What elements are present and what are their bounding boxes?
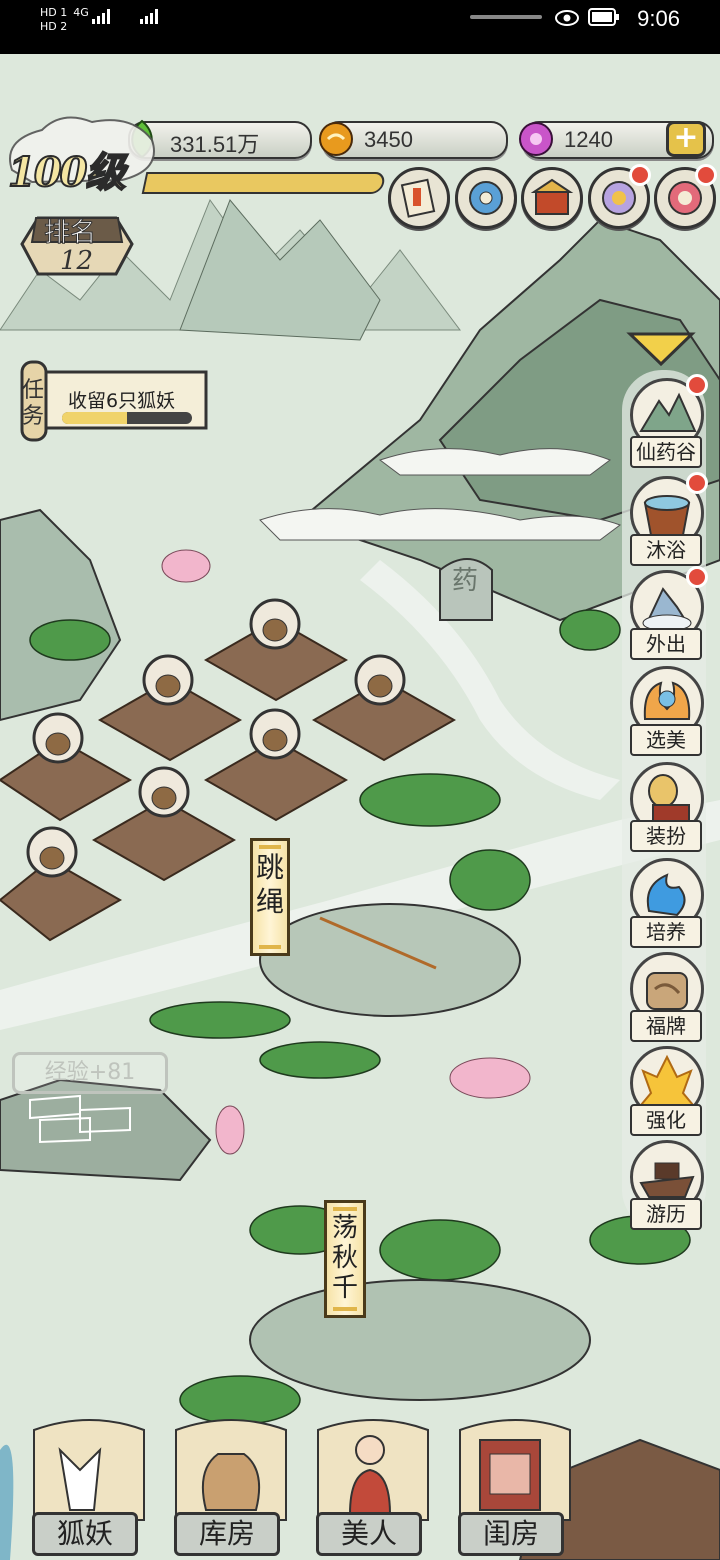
jump-rope-sign[interactable]: 跳绳: [250, 838, 290, 956]
sim2-label: HD 2: [40, 20, 68, 33]
nav-label: 库房: [174, 1512, 280, 1556]
sim1-label: HD 1: [40, 6, 68, 19]
plus-icon: +: [673, 120, 699, 155]
purple-gem-icon: [519, 122, 553, 156]
notification-dot: [686, 566, 708, 588]
side-item-label: 培养: [630, 916, 702, 948]
notch-pill: [470, 15, 542, 19]
nav-label: 狐妖: [32, 1512, 138, 1556]
shop-stall-icon: [530, 178, 574, 215]
player-level: 100级: [7, 148, 126, 197]
side-item-travel[interactable]: 游历: [624, 1140, 704, 1232]
side-item-label: 装扮: [630, 820, 702, 852]
notification-dot: [629, 164, 651, 186]
notification-dot: [686, 374, 708, 396]
mail-button[interactable]: [388, 167, 450, 229]
side-item-fortune[interactable]: 福牌: [624, 952, 704, 1044]
collapse-arrow-icon[interactable]: [626, 330, 696, 370]
event-button[interactable]: [588, 164, 651, 229]
side-item-pageant[interactable]: 选美: [624, 666, 704, 758]
nav-storehouse[interactable]: 库房: [166, 1400, 296, 1560]
resource-jade-value: 331.51万: [170, 132, 260, 157]
nav-fox[interactable]: 狐妖: [24, 1400, 154, 1560]
side-item-label: 选美: [630, 724, 702, 756]
nav-boudoir[interactable]: 闺房: [450, 1400, 580, 1560]
side-item-label: 福牌: [630, 1010, 702, 1042]
task-description[interactable]: 收留6只狐妖: [68, 386, 175, 413]
xp-bar: [141, 172, 387, 194]
side-item-label: 外出: [630, 628, 702, 660]
resource-gold: 3450: [319, 121, 508, 159]
gift-button[interactable]: [654, 164, 717, 229]
side-item-label: 仙药谷: [630, 436, 702, 468]
status-bar: HD 1 4G HD 2 9:06: [0, 0, 720, 54]
eye-icon: [555, 10, 579, 26]
clock: 9:06: [637, 6, 680, 31]
battery-icon: [588, 8, 619, 26]
task-progress-bar: [62, 412, 192, 424]
settings-button[interactable]: [455, 167, 517, 229]
nav-label: 闺房: [458, 1512, 564, 1556]
exp-gain-popup: 经验+81: [12, 1052, 168, 1094]
signal-icon-2: [140, 8, 158, 24]
task-label: 任务: [22, 378, 45, 429]
side-item-label: 游历: [630, 1198, 702, 1230]
add-gem-button[interactable]: +: [666, 121, 706, 157]
side-item-bath[interactable]: 沐浴: [624, 472, 708, 568]
notification-dot: [686, 472, 708, 494]
task-progress-fill: [62, 412, 127, 424]
shop-button[interactable]: [521, 167, 583, 229]
sim-indicators: HD 1 4G HD 2: [40, 6, 95, 34]
side-item-cultivate[interactable]: 培养: [624, 858, 704, 950]
network1-label: 4G: [73, 6, 89, 19]
gear-icon: [469, 181, 503, 215]
side-item-outing[interactable]: 外出: [624, 566, 708, 662]
swing-sign[interactable]: 荡秋千: [324, 1200, 366, 1318]
side-item-enhance[interactable]: 强化: [624, 1046, 704, 1138]
resource-gold-value: 3450: [364, 127, 413, 152]
nav-beauty[interactable]: 美人: [308, 1400, 438, 1560]
letter-icon: [400, 178, 436, 218]
side-item-label: 沐浴: [630, 534, 702, 566]
side-item-herb-valley[interactable]: 仙药谷: [624, 374, 708, 470]
rank-value: 12: [60, 246, 94, 276]
side-item-label: 强化: [630, 1104, 702, 1136]
notification-dot: [695, 164, 717, 186]
game-map[interactable]: [0, 54, 720, 1560]
side-item-dressup[interactable]: 装扮: [624, 762, 704, 854]
rank-label: 排名: [43, 218, 97, 249]
herb-stone-label: 药: [452, 566, 479, 596]
gold-coin-icon: [319, 122, 353, 156]
nav-label: 美人: [316, 1512, 422, 1556]
signal-icon: [92, 8, 110, 24]
resource-gem-value: 1240: [564, 127, 613, 152]
